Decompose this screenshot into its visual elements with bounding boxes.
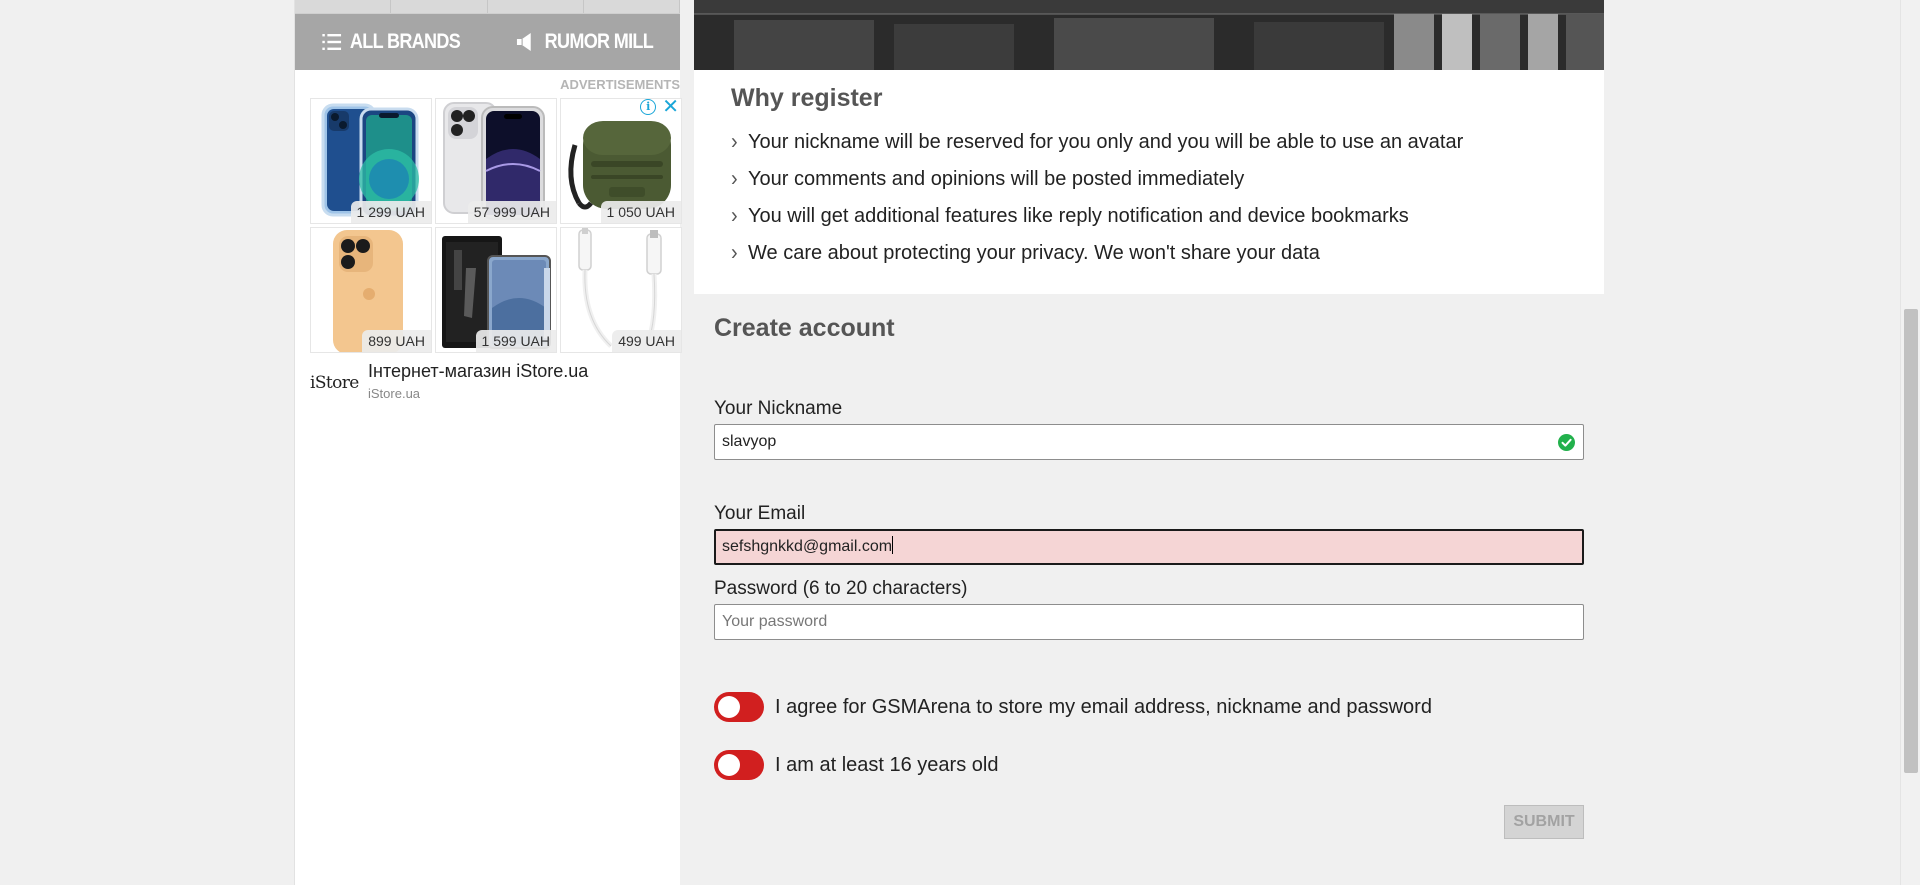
password-input[interactable]: Your password: [714, 604, 1584, 640]
hero-image: [694, 0, 1604, 70]
strip-cell: [295, 0, 392, 13]
ad-product-2[interactable]: 57 999 UAH: [435, 98, 557, 224]
ad-product-6[interactable]: 499 UAH: [560, 227, 682, 353]
email-label: Your Email: [714, 503, 806, 524]
benefit-text: We care about protecting your privacy. W…: [748, 242, 1320, 264]
valid-check-icon: [1558, 434, 1575, 451]
email-value: sefshgnkkd@gmail.com: [722, 538, 893, 555]
all-brands-label: ALL BRANDS: [349, 30, 461, 53]
create-account-title: Create account: [714, 314, 895, 342]
create-account-form: Create account Your Nickname slavyop You…: [694, 294, 1604, 885]
password-placeholder: Your password: [722, 613, 828, 630]
sidebar-top-strip: [295, 0, 680, 14]
ad-price: 1 299 UAH: [350, 201, 431, 223]
ad-tools: i ✕: [638, 97, 681, 117]
strip-cell: [488, 0, 584, 13]
submit-button[interactable]: SUBMIT: [1504, 805, 1584, 839]
nickname-label: Your Nickname: [714, 398, 843, 419]
rumor-mill-label: RUMOR MILL: [544, 30, 653, 53]
ad-close-icon[interactable]: ✕: [662, 97, 679, 117]
consent-age-label: I am at least 16 years old: [775, 753, 999, 776]
advertiser-text: Інтернет-магазин iStore.ua iStore.ua: [368, 361, 588, 401]
ad-price: 899 UAH: [362, 330, 431, 352]
scrollbar-thumb[interactable]: [1904, 309, 1918, 773]
ad-price: 1 050 UAH: [600, 201, 681, 223]
sidebar: ALL BRANDS RUMOR MILL ADVERTISEMENTS i ✕: [294, 0, 682, 885]
password-label: Password (6 to 20 characters): [714, 578, 968, 599]
consent-age-toggle[interactable]: [714, 750, 764, 780]
consent-store-data-row: I agree for GSMArena to store my email a…: [714, 692, 1432, 722]
strip-cell: [584, 0, 680, 13]
advertiser-logo: iStore: [310, 373, 359, 393]
list-icon: [322, 34, 342, 50]
chevron-right-icon: ›: [731, 166, 738, 192]
toggle-knob: [718, 754, 740, 776]
main-content: Why register › Your nickname will be res…: [694, 0, 1604, 885]
ad-price: 1 599 UAH: [475, 330, 556, 352]
ads-label: ADVERTISEMENTS: [560, 77, 680, 92]
ads-grid: i ✕ 1 299 UAH 57 999 UAH 1 050 UAH 899 U…: [310, 97, 682, 353]
benefit-item: › You will get additional features like …: [731, 203, 1604, 242]
why-register-title: Why register: [731, 84, 883, 112]
email-input[interactable]: sefshgnkkd@gmail.com: [714, 529, 1584, 565]
why-register-list: › Your nickname will be reserved for you…: [731, 129, 1604, 279]
page-scrollbar[interactable]: [1900, 0, 1920, 885]
consent-age-row: I am at least 16 years old: [714, 750, 998, 780]
chevron-right-icon: ›: [731, 240, 738, 266]
rumor-mill-link[interactable]: RUMOR MILL: [501, 30, 667, 54]
benefit-item: › Your nickname will be reserved for you…: [731, 129, 1604, 168]
ad-price: 57 999 UAH: [467, 201, 556, 223]
benefit-text: You will get additional features like re…: [748, 205, 1409, 227]
benefit-item: › Your comments and opinions will be pos…: [731, 166, 1604, 205]
nickname-value: slavyop: [722, 433, 777, 450]
megaphone-icon: [516, 33, 531, 51]
consent-store-data-label: I agree for GSMArena to store my email a…: [775, 695, 1432, 718]
nickname-input[interactable]: slavyop: [714, 424, 1584, 460]
all-brands-link[interactable]: ALL BRANDS: [308, 30, 474, 54]
text-caret: [892, 536, 894, 554]
ad-price: 499 UAH: [612, 330, 681, 352]
ad-info-icon[interactable]: i: [640, 99, 657, 115]
benefit-text: Your comments and opinions will be poste…: [748, 168, 1245, 190]
advertiser-name: Інтернет-магазин iStore.ua: [368, 361, 589, 381]
ad-product-5[interactable]: 1 599 UAH: [435, 227, 557, 353]
ad-product-4[interactable]: 899 UAH: [310, 227, 432, 353]
strip-cell: [391, 0, 488, 13]
why-register-section: Why register › Your nickname will be res…: [694, 70, 1604, 294]
hero-photo: [694, 0, 1604, 70]
advertiser-domain: iStore.ua: [368, 386, 421, 401]
benefit-item: › We care about protecting your privacy.…: [731, 240, 1604, 279]
advertiser-link[interactable]: iStore Інтернет-магазин iStore.ua iStore…: [310, 361, 680, 401]
benefit-text: Your nickname will be reserved for you o…: [748, 131, 1464, 153]
toggle-knob: [718, 696, 740, 718]
consent-store-data-toggle[interactable]: [714, 692, 764, 722]
chevron-right-icon: ›: [731, 129, 738, 155]
brand-nav-bar: ALL BRANDS RUMOR MILL: [295, 14, 680, 70]
chevron-right-icon: ›: [731, 203, 738, 229]
ad-product-1[interactable]: 1 299 UAH: [310, 98, 432, 224]
